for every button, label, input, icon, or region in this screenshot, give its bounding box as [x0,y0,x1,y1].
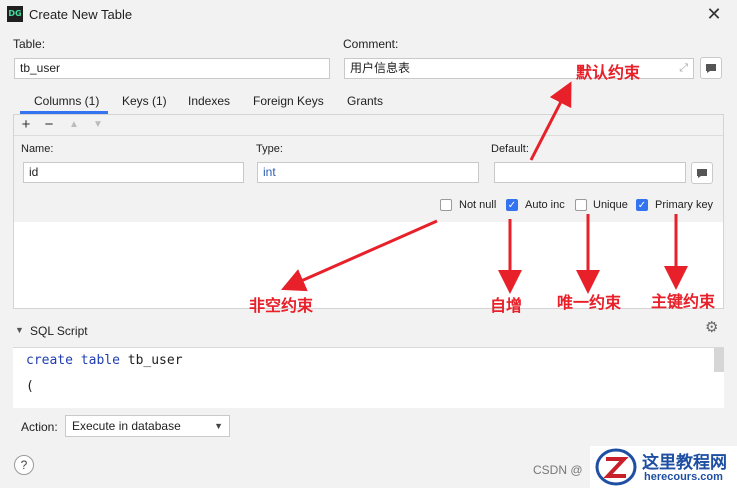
arrow-default [529,81,572,161]
sql-line-1: create table tb_user [26,353,183,368]
site-name-cn: 这里教程网 [642,453,727,473]
sql-script-header[interactable]: SQL Script [30,324,88,338]
action-value: Execute in database [72,419,181,433]
sql-table-name: tb_user [127,353,183,368]
annotation-not-null: 非空约束 [249,296,314,315]
annotation-auto-inc: 自增 [490,296,523,315]
annotation-unique: 唯一约束 [557,293,622,312]
collapse-icon[interactable]: ▼ [15,325,24,335]
annotation-primary: 主键约束 [651,292,716,311]
site-logo-icon [595,448,637,486]
arrow-not-null [281,219,438,292]
action-label: Action: [21,420,58,434]
dropdown-icon: ▼ [214,421,223,431]
sql-keyword: create table [26,353,120,368]
sql-line-2: ( [26,379,34,394]
action-select[interactable]: Execute in database ▼ [65,415,230,437]
sql-scrollbar[interactable] [714,348,724,372]
site-watermark: 这里教程网 herecours.com [590,446,737,488]
site-name-en: herecours.com [644,471,723,483]
csdn-watermark: CSDN @ [533,463,583,477]
settings-gear-icon[interactable]: ⚙ [705,318,718,336]
help-icon[interactable]: ? [14,455,34,475]
annotation-default: 默认约束 [576,63,641,82]
